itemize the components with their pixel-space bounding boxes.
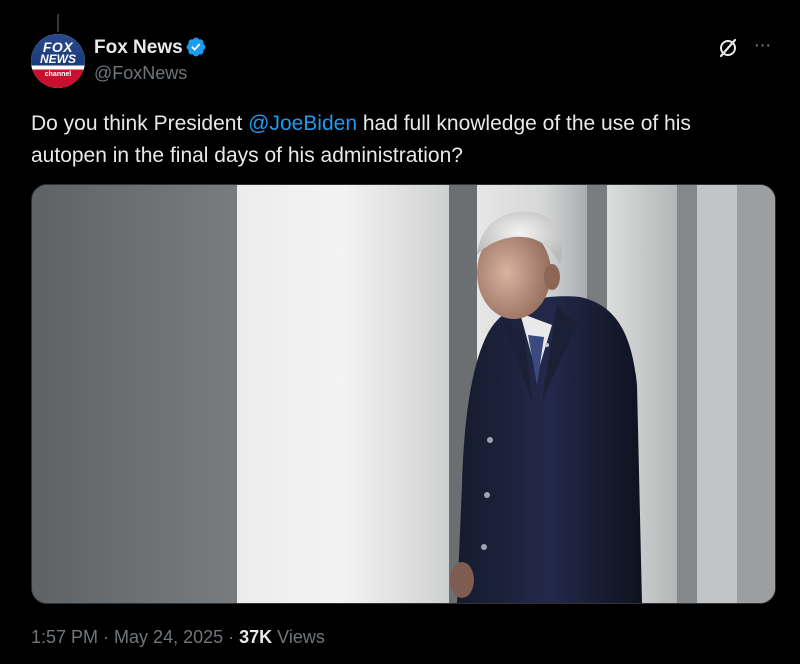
meta-separator: · — [223, 627, 240, 647]
more-icon[interactable]: ··· — [750, 35, 774, 60]
tweet-meta: 1:57 PM · May 24, 2025 · 37K Views — [31, 627, 325, 648]
fox-news-logo: FOX NEWS channel — [31, 34, 85, 88]
grok-icon[interactable] — [716, 36, 740, 60]
mention-link[interactable]: @JoeBiden — [248, 112, 357, 135]
avatar[interactable]: FOX NEWS channel — [31, 34, 85, 88]
tweet-image[interactable] — [31, 184, 776, 604]
author-handle[interactable]: @FoxNews — [94, 63, 187, 84]
tweet-date[interactable]: May 24, 2025 — [114, 627, 223, 647]
views-count: 37K — [239, 627, 273, 647]
photo-illustration — [32, 185, 775, 603]
author-name[interactable]: Fox News — [94, 37, 183, 59]
views-label: Views — [272, 627, 325, 647]
meta-separator: · — [98, 627, 115, 647]
logo-channel-text: channel — [44, 71, 72, 78]
tweet-time[interactable]: 1:57 PM — [31, 627, 98, 647]
thread-line — [57, 14, 59, 32]
tweet-text: Do you think President @JoeBiden had ful… — [31, 108, 771, 172]
logo-news-text: NEWS — [40, 52, 76, 66]
verified-badge-icon — [186, 37, 206, 57]
tweet-text-part: Do you think President — [31, 112, 249, 135]
